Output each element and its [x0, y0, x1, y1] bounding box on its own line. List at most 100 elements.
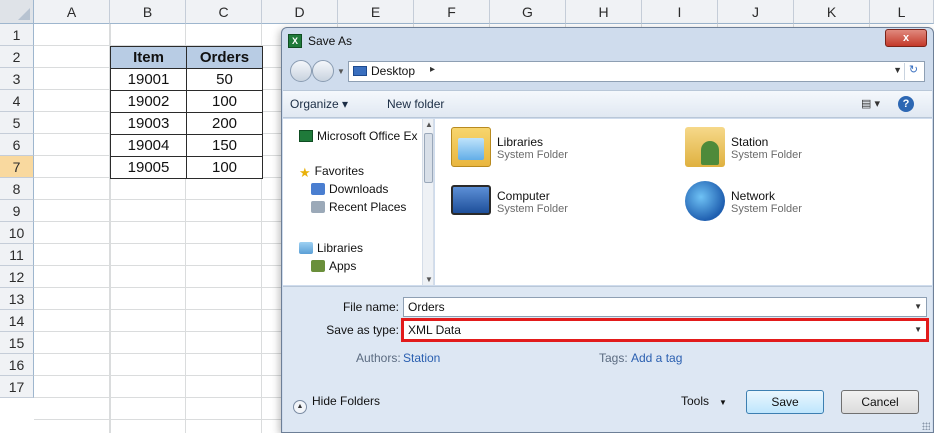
content-item-network[interactable]: Network System Folder	[685, 181, 885, 227]
nav-item-favorites[interactable]: ★ Favorites	[299, 164, 364, 181]
column-header-e[interactable]: E	[338, 0, 414, 24]
hide-folders-label: Hide Folders	[312, 394, 381, 408]
nav-item-libraries[interactable]: Libraries	[299, 241, 363, 255]
authors-value[interactable]: Station	[403, 351, 440, 365]
libraries-icon	[299, 242, 313, 254]
column-header-b[interactable]: B	[110, 0, 186, 24]
cancel-button[interactable]: Cancel	[841, 390, 919, 414]
table-cell[interactable]: 50	[186, 68, 263, 91]
column-header-l[interactable]: L	[870, 0, 934, 24]
row-header[interactable]: 15	[0, 332, 34, 354]
hide-folders-button[interactable]: ▲ Hide Folders	[293, 394, 380, 414]
save-type-dropdown-icon[interactable]: ▼	[914, 325, 922, 334]
back-button[interactable]	[290, 60, 312, 82]
tools-menu[interactable]: Tools ▼	[681, 394, 727, 408]
address-bar[interactable]: Desktop ▸ ▼ ↻	[348, 61, 925, 82]
table-cell[interactable]: 19005	[110, 156, 187, 179]
file-list: Libraries System Folder Station System F…	[435, 119, 932, 285]
table-cell[interactable]: 19004	[110, 134, 187, 157]
row-header[interactable]: 12	[0, 266, 34, 288]
row-header[interactable]: 14	[0, 310, 34, 332]
save-type-value[interactable]: XML Data	[408, 323, 461, 337]
row-header[interactable]: 6	[0, 134, 34, 156]
row-header[interactable]: 3	[0, 68, 34, 90]
nav-item-label: Downloads	[329, 182, 389, 196]
table-header-item[interactable]: Item	[110, 46, 187, 69]
table-cell[interactable]: 19003	[110, 112, 187, 135]
close-button[interactable]: x	[885, 29, 927, 47]
row-header[interactable]: 1	[0, 24, 34, 46]
column-header-h[interactable]: H	[566, 0, 642, 24]
resize-grip[interactable]	[922, 422, 930, 430]
nav-item-downloads[interactable]: Downloads	[311, 182, 388, 196]
column-header-g[interactable]: G	[490, 0, 566, 24]
dialog-bottom-panel: File name: Orders ▼ Save as type: XML Da…	[283, 286, 932, 432]
row-header[interactable]: 10	[0, 222, 34, 244]
table-cell[interactable]: 200	[186, 112, 263, 135]
row-header[interactable]: 4	[0, 90, 34, 112]
forward-button[interactable]	[312, 60, 334, 82]
column-header-a[interactable]: A	[34, 0, 110, 24]
dialog-titlebar[interactable]: X Save As x	[282, 28, 933, 54]
save-button[interactable]: Save	[746, 390, 824, 414]
tools-label: Tools	[681, 394, 710, 408]
column-header-c[interactable]: C	[186, 0, 262, 24]
content-item-name: Station	[731, 135, 769, 149]
dialog-toolbar: Organize ▾ New folder ▤ ▾ ?	[283, 90, 932, 118]
content-item-station[interactable]: Station System Folder	[685, 127, 885, 173]
save-type-select[interactable]: XML Data ▼	[401, 318, 929, 342]
row-header[interactable]: 5	[0, 112, 34, 134]
table-cell[interactable]: 100	[186, 156, 263, 179]
table-cell[interactable]: 150	[186, 134, 263, 157]
row-header[interactable]: 16	[0, 354, 34, 376]
row-header[interactable]: 9	[0, 200, 34, 222]
help-icon[interactable]: ?	[898, 96, 914, 112]
scroll-down-icon[interactable]: ▼	[425, 275, 433, 284]
table-header-orders[interactable]: Orders	[186, 46, 263, 69]
file-name-value[interactable]: Orders	[408, 300, 445, 314]
column-header-f[interactable]: F	[414, 0, 490, 24]
recent-places-icon	[311, 201, 325, 213]
row-header[interactable]: 17	[0, 376, 34, 398]
column-header-k[interactable]: K	[794, 0, 870, 24]
address-dropdown-icon[interactable]: ▼	[893, 65, 902, 75]
navigation-pane: Microsoft Office Ex ★ Favorites Downloads…	[283, 119, 434, 285]
scroll-up-icon[interactable]: ▲	[425, 120, 433, 129]
apps-icon	[311, 260, 325, 272]
tags-value[interactable]: Add a tag	[631, 351, 682, 365]
row-header[interactable]: 11	[0, 244, 34, 266]
content-item-libraries[interactable]: Libraries System Folder	[451, 127, 651, 173]
nav-scrollbar[interactable]: ▲ ▼	[422, 119, 433, 285]
nav-item-label: Microsoft Office Ex	[317, 129, 418, 143]
user-folder-icon	[685, 127, 725, 167]
nav-item-office[interactable]: Microsoft Office Ex	[299, 129, 417, 143]
row-header[interactable]: 13	[0, 288, 34, 310]
path-arrow-icon[interactable]: ▸	[430, 64, 435, 75]
new-folder-button[interactable]: New folder	[387, 97, 444, 111]
scroll-thumb[interactable]	[424, 133, 433, 183]
row-header[interactable]: 2	[0, 46, 34, 68]
nav-item-apps[interactable]: Apps	[311, 259, 356, 273]
refresh-icon[interactable]: ↻	[904, 63, 922, 80]
table-cell[interactable]: 19001	[110, 68, 187, 91]
table-row: 19001 50	[110, 68, 263, 91]
column-header-d[interactable]: D	[262, 0, 338, 24]
recent-locations-dropdown-icon[interactable]: ▼	[337, 67, 345, 76]
content-item-computer[interactable]: Computer System Folder	[451, 181, 651, 227]
select-all-corner[interactable]	[0, 0, 34, 24]
address-location[interactable]: Desktop	[371, 64, 415, 78]
row-header-selected[interactable]: 7	[0, 156, 34, 178]
row-header[interactable]: 8	[0, 178, 34, 200]
table-cell[interactable]: 100	[186, 90, 263, 113]
organize-menu[interactable]: Organize ▾	[290, 97, 348, 111]
views-dropdown[interactable]: ▾	[874, 98, 880, 110]
file-name-field[interactable]: Orders ▼	[403, 297, 927, 317]
file-name-dropdown-icon[interactable]: ▼	[914, 302, 922, 311]
desktop-icon	[353, 66, 367, 76]
views-icon[interactable]: ▤ ▾	[861, 97, 880, 110]
column-header-i[interactable]: I	[642, 0, 718, 24]
content-item-name: Computer	[497, 189, 550, 203]
column-header-j[interactable]: J	[718, 0, 794, 24]
table-cell[interactable]: 19002	[110, 90, 187, 113]
nav-item-recent-places[interactable]: Recent Places	[311, 200, 406, 214]
